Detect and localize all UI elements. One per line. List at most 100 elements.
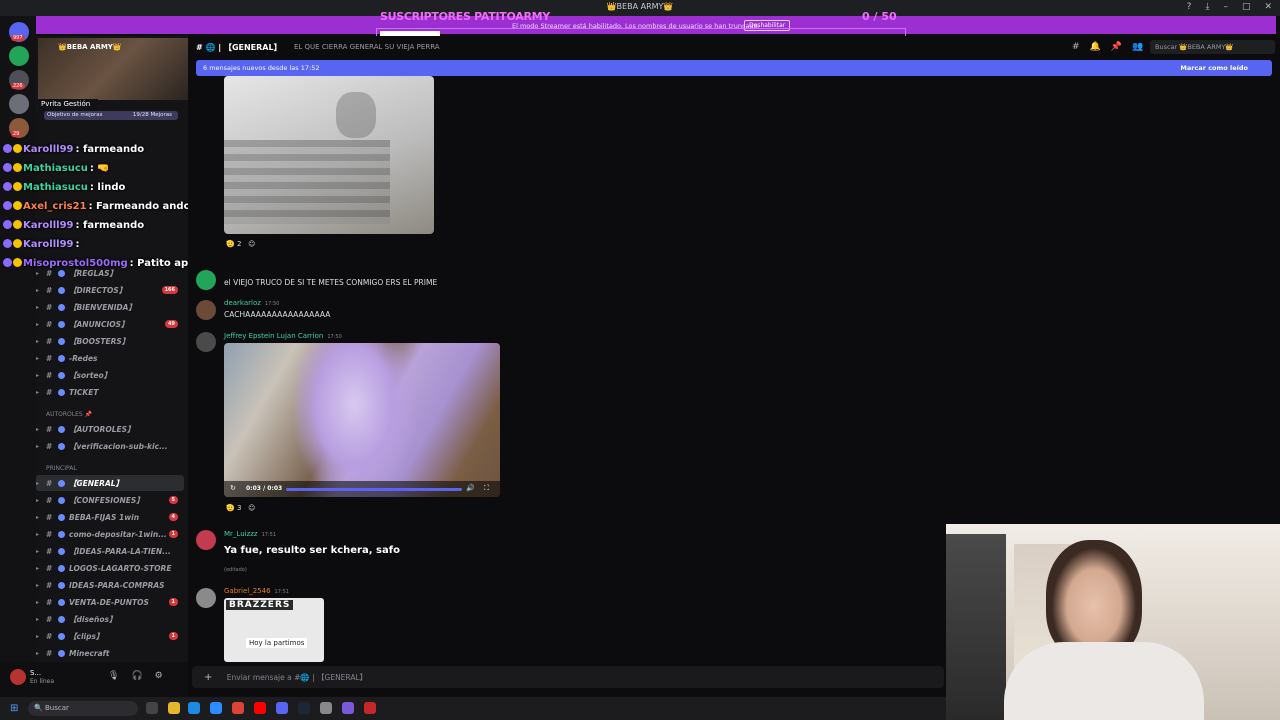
- expand-arrow-icon[interactable]: ▸: [36, 372, 39, 379]
- volume-icon[interactable]: 🔊: [466, 484, 475, 492]
- expand-arrow-icon[interactable]: ▸: [36, 599, 39, 606]
- channel-item[interactable]: ▸ # TICKET: [36, 384, 184, 400]
- server-icon[interactable]: 226: [9, 70, 29, 90]
- windows-start-icon[interactable]: ⊞: [10, 703, 18, 714]
- settings-icon[interactable]: [320, 702, 332, 714]
- members-icon[interactable]: 👥: [1132, 42, 1143, 52]
- task-view-icon[interactable]: [146, 702, 158, 714]
- discord-taskbar-icon[interactable]: [276, 702, 288, 714]
- category-principal[interactable]: PRINCIPAL: [46, 465, 77, 472]
- channel-item[interactable]: ▸ # 【clips】 1: [36, 628, 184, 644]
- expand-arrow-icon[interactable]: ▸: [36, 616, 39, 623]
- expand-arrow-icon[interactable]: ▸: [36, 633, 39, 640]
- obs-icon[interactable]: [342, 702, 354, 714]
- channel-item[interactable]: ▸ # IDEAS-PARA-COMPRAS: [36, 577, 184, 593]
- expand-arrow-icon[interactable]: ▸: [36, 565, 39, 572]
- avatar[interactable]: [196, 588, 216, 608]
- channel-item[interactable]: ▸ # 【ANUNCIOS】 49: [36, 316, 184, 332]
- settings-gear-icon[interactable]: ⚙: [155, 671, 163, 681]
- message-author[interactable]: dearkarloz 17:50: [224, 299, 279, 307]
- download-icon[interactable]: ⤓: [1205, 2, 1209, 12]
- avatar[interactable]: [196, 332, 216, 352]
- channel-item[interactable]: ▸ # LOGOS-LAGARTO-STORE: [36, 560, 184, 576]
- microphone-icon[interactable]: 🎙: [108, 671, 119, 681]
- store-icon[interactable]: [210, 702, 222, 714]
- channel-item[interactable]: ▸ # 【IDEAS-PARA-LA-TIEN...: [36, 543, 184, 559]
- channel-item[interactable]: ▸ # 【diseños】: [36, 611, 184, 627]
- expand-arrow-icon[interactable]: ▸: [36, 304, 39, 311]
- avatar[interactable]: [196, 300, 216, 320]
- channel-item[interactable]: ▸ # 【CONFESIONES】 5: [36, 492, 184, 508]
- expand-arrow-icon[interactable]: ▸: [36, 548, 39, 555]
- chat-badges: [3, 239, 23, 250]
- channel-item[interactable]: ▸ # 【DIRECTOS】 166: [36, 282, 184, 298]
- avatar[interactable]: [196, 270, 216, 290]
- maximize-icon[interactable]: □: [1242, 2, 1251, 12]
- expand-arrow-icon[interactable]: ▸: [36, 321, 39, 328]
- expand-arrow-icon[interactable]: ▸: [36, 443, 39, 450]
- chrome-icon[interactable]: [232, 702, 244, 714]
- video-progress[interactable]: [286, 488, 462, 491]
- app-icon[interactable]: [364, 702, 376, 714]
- message-author[interactable]: Gabriel_2546 17:51: [224, 587, 289, 595]
- minimize-icon[interactable]: –: [1223, 2, 1228, 12]
- expand-arrow-icon[interactable]: ▸: [36, 650, 39, 657]
- expand-arrow-icon[interactable]: ▸: [36, 355, 39, 362]
- category-autoroles[interactable]: AUTOROLES 📌: [46, 411, 92, 418]
- message-composer[interactable]: + Enviar mensaje a #🌐 | 【GENERAL】: [192, 666, 944, 688]
- avatar[interactable]: [196, 530, 216, 550]
- notification-bell-icon[interactable]: 🔔: [1090, 42, 1101, 52]
- youtube-icon[interactable]: [254, 702, 266, 714]
- expand-arrow-icon[interactable]: ▸: [36, 582, 39, 589]
- attach-plus-icon[interactable]: +: [204, 672, 212, 683]
- fullscreen-icon[interactable]: ⛶: [484, 484, 489, 493]
- expand-arrow-icon[interactable]: ▸: [36, 270, 39, 277]
- pin-icon[interactable]: 📌: [1111, 42, 1122, 52]
- reaction-chip[interactable]: 🫡 2 ☺: [226, 240, 255, 252]
- close-icon[interactable]: ✕: [1264, 2, 1272, 12]
- file-explorer-icon[interactable]: [168, 702, 180, 714]
- expand-arrow-icon[interactable]: ▸: [36, 389, 39, 396]
- server-icon[interactable]: [9, 46, 29, 66]
- replay-icon[interactable]: ↻: [230, 484, 236, 492]
- channel-item[interactable]: ▸ # 【BOOSTERS】: [36, 333, 184, 349]
- channel-item[interactable]: ▸ # 【GENERAL】: [36, 475, 184, 491]
- image-attachment[interactable]: [224, 76, 434, 234]
- search-input[interactable]: Buscar 👑BEBA ARMY👑: [1150, 40, 1275, 54]
- steam-icon[interactable]: [298, 702, 310, 714]
- channel-item[interactable]: ▸ # 【verificacion-sub-kic...: [36, 438, 184, 454]
- help-icon[interactable]: ?: [1187, 2, 1192, 12]
- channel-item[interactable]: ▸ # BEBA-FIJAS 1win 4: [36, 509, 184, 525]
- channel-item[interactable]: ▸ # VENTA-DE-PUNTOS 1: [36, 594, 184, 610]
- expand-arrow-icon[interactable]: ▸: [36, 497, 39, 504]
- expand-arrow-icon[interactable]: ▸: [36, 514, 39, 521]
- reaction-chip[interactable]: 🫡 3 ☺: [226, 504, 255, 516]
- taskbar-search[interactable]: 🔍 Buscar: [28, 701, 138, 716]
- channel-item[interactable]: ▸ # 【BIENVENIDA】: [36, 299, 184, 315]
- expand-arrow-icon[interactable]: ▸: [36, 338, 39, 345]
- video-attachment[interactable]: ↻ 0:03 / 0:03 🔊 ⛶: [224, 343, 500, 497]
- expand-arrow-icon[interactable]: ▸: [36, 480, 39, 487]
- message-author[interactable]: Mr_Luizzz 17:51: [224, 530, 276, 538]
- boost-goal[interactable]: Objetivo de mejoras 19/28 Mejoras: [44, 111, 178, 120]
- channel-item[interactable]: ▸ # 【AUTOROLES】: [36, 421, 184, 437]
- expand-arrow-icon[interactable]: ▸: [36, 287, 39, 294]
- server-name[interactable]: 👑BEBA ARMY👑: [58, 43, 122, 51]
- threads-icon[interactable]: #: [1072, 42, 1080, 52]
- channel-item[interactable]: ▸ # Minecraft: [36, 645, 184, 661]
- server-icon[interactable]: 997: [9, 22, 29, 42]
- new-messages-bar[interactable]: 6 mensajes nuevos desde las 17:52 Marcar…: [196, 60, 1272, 76]
- message-author[interactable]: Jeffrey Epstein Lujan Carrion 17:50: [224, 332, 342, 340]
- gif-attachment[interactable]: BRAZZERS Hoy la partimos: [224, 598, 324, 662]
- server-icon[interactable]: [9, 94, 29, 114]
- expand-arrow-icon[interactable]: ▸: [36, 426, 39, 433]
- avatar[interactable]: [10, 669, 26, 685]
- channel-item[interactable]: ▸ # -Redes: [36, 350, 184, 366]
- expand-arrow-icon[interactable]: ▸: [36, 531, 39, 538]
- edge-icon[interactable]: [188, 702, 200, 714]
- channel-item[interactable]: ▸ # 【sorteo】: [36, 367, 184, 383]
- headphones-icon[interactable]: 🎧: [131, 671, 142, 681]
- channel-item[interactable]: ▸ # como-depositar-1win... 1: [36, 526, 184, 542]
- server-icon[interactable]: 29: [9, 118, 29, 138]
- mark-as-read-button[interactable]: Marcar como leído: [1180, 64, 1248, 72]
